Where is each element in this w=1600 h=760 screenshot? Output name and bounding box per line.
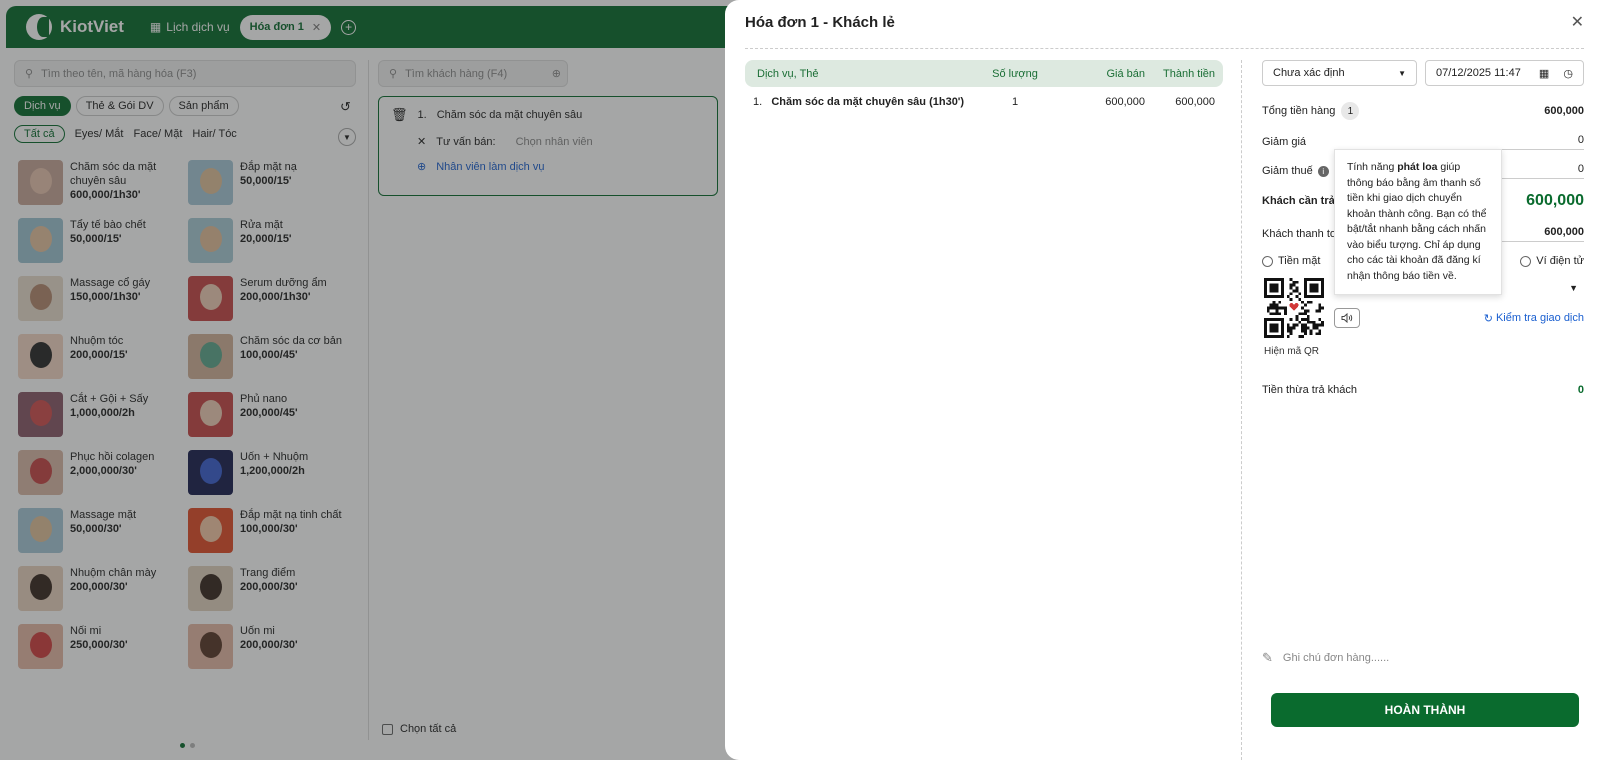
finish-button[interactable]: HOÀN THÀNH [1271, 693, 1579, 727]
chevron-down-icon: ▼ [1398, 68, 1406, 78]
total-goods-value: 600,000 [1544, 105, 1584, 117]
check-transaction-link[interactable]: ↻ Kiểm tra giao dịch [1484, 312, 1584, 325]
method-cash-label: Tiền mặt [1278, 255, 1321, 267]
pay-label: Khách cần trả [1262, 195, 1335, 207]
col-price: Giá bán [1106, 67, 1145, 80]
table-row: 1. Chăm sóc da mặt chuyên sâu (1h30') 1 … [745, 87, 1223, 117]
cash-radio[interactable] [1262, 255, 1273, 267]
header-divider [745, 48, 1584, 49]
total-goods-row: Tổng tiền hàng 1 600,000 [1262, 102, 1584, 120]
change-row: Tiền thừa trả khách 0 [1262, 384, 1584, 396]
tax-label-wrap: Giảm thuế i [1262, 165, 1329, 177]
discount-input[interactable]: 0 [1384, 134, 1584, 150]
wallet-radio[interactable] [1520, 255, 1532, 267]
col-qty: Số lượng [992, 67, 1038, 80]
qr-caption[interactable]: Hiện mã QR [1264, 346, 1319, 357]
datetime-value: 07/12/2025 11:47 [1436, 67, 1521, 79]
total-goods-label: Tổng tiền hàng [1262, 105, 1336, 117]
row-price: 600,000 [1105, 96, 1145, 108]
invoice-modal: Hóa đơn 1 - Khách lẻ ✕ Dịch vụ, Thẻ Số l… [725, 0, 1600, 760]
speaker-glyph [1341, 313, 1353, 323]
table-header: Dịch vụ, Thẻ Số lượng Giá bán Thành tiền [745, 60, 1223, 87]
note-placeholder: Ghi chú đơn hàng...... [1282, 652, 1390, 664]
method-wallet[interactable]: Ví điện tử [1520, 255, 1584, 267]
check-transaction-label: Kiểm tra giao dịch [1495, 312, 1584, 324]
row-service: 1. Chăm sóc da mặt chuyên sâu (1h30') [745, 96, 975, 108]
discount-row: Giảm giá 0 [1262, 134, 1584, 150]
row-qty: 1 [1011, 96, 1019, 108]
col-total: Thành tiền [1163, 67, 1215, 80]
column-divider [1241, 60, 1242, 760]
chevron-down-icon[interactable]: ▼ [1569, 283, 1578, 293]
refresh-icon: ↻ [1483, 313, 1493, 325]
invoice-table: Dịch vụ, Thẻ Số lượng Giá bán Thành tiền… [745, 60, 1223, 117]
total-goods-count: 1 [1341, 102, 1360, 120]
staff-select[interactable]: Chưa xác định ▼ [1262, 60, 1417, 86]
speaker-tooltip: Tính năng phát loa giúp thông báo bằng â… [1334, 149, 1502, 295]
change-label: Tiền thừa trả khách [1262, 384, 1358, 396]
col-service: Dịch vụ, Thẻ [757, 67, 819, 80]
calendar-icon[interactable]: ▦ [1539, 67, 1549, 80]
order-note[interactable]: ✎ Ghi chú đơn hàng...... [1262, 650, 1389, 666]
tooltip-prefix: Tính năng [1347, 161, 1398, 173]
tooltip-bold: phát loa [1397, 161, 1438, 173]
clock-icon[interactable]: ◷ [1563, 67, 1573, 80]
method-cash[interactable]: Tiền mặt [1262, 255, 1320, 267]
row-name: Chăm sóc da mặt chuyên sâu (1h30') [771, 96, 965, 108]
change-value: 0 [1577, 384, 1584, 396]
discount-label: Giảm giá [1262, 136, 1307, 148]
tax-label: Giảm thuế [1262, 165, 1313, 177]
method-wallet-label: Ví điện tử [1536, 255, 1584, 267]
qr-code[interactable] [1262, 276, 1326, 340]
modal-title: Hóa đơn 1 - Khách lẻ [745, 14, 895, 31]
pencil-icon: ✎ [1262, 650, 1273, 665]
tooltip-suffix: giúp thông báo bằng âm thanh số tiền khi… [1347, 161, 1487, 282]
total-goods-label-wrap: Tổng tiền hàng 1 [1262, 102, 1360, 120]
row-index: 1. [753, 96, 763, 108]
row-total: 600,000 [1175, 96, 1215, 108]
paid-label: Khách thanh to [1262, 228, 1337, 240]
info-icon[interactable]: i [1317, 165, 1329, 177]
speaker-icon[interactable] [1334, 308, 1360, 328]
close-icon[interactable]: ✕ [1571, 12, 1584, 32]
datetime-input[interactable]: 07/12/2025 11:47 ▦ ◷ [1425, 60, 1584, 86]
staff-select-value: Chưa xác định [1273, 67, 1345, 79]
pay-value: 600,000 [1526, 192, 1584, 209]
